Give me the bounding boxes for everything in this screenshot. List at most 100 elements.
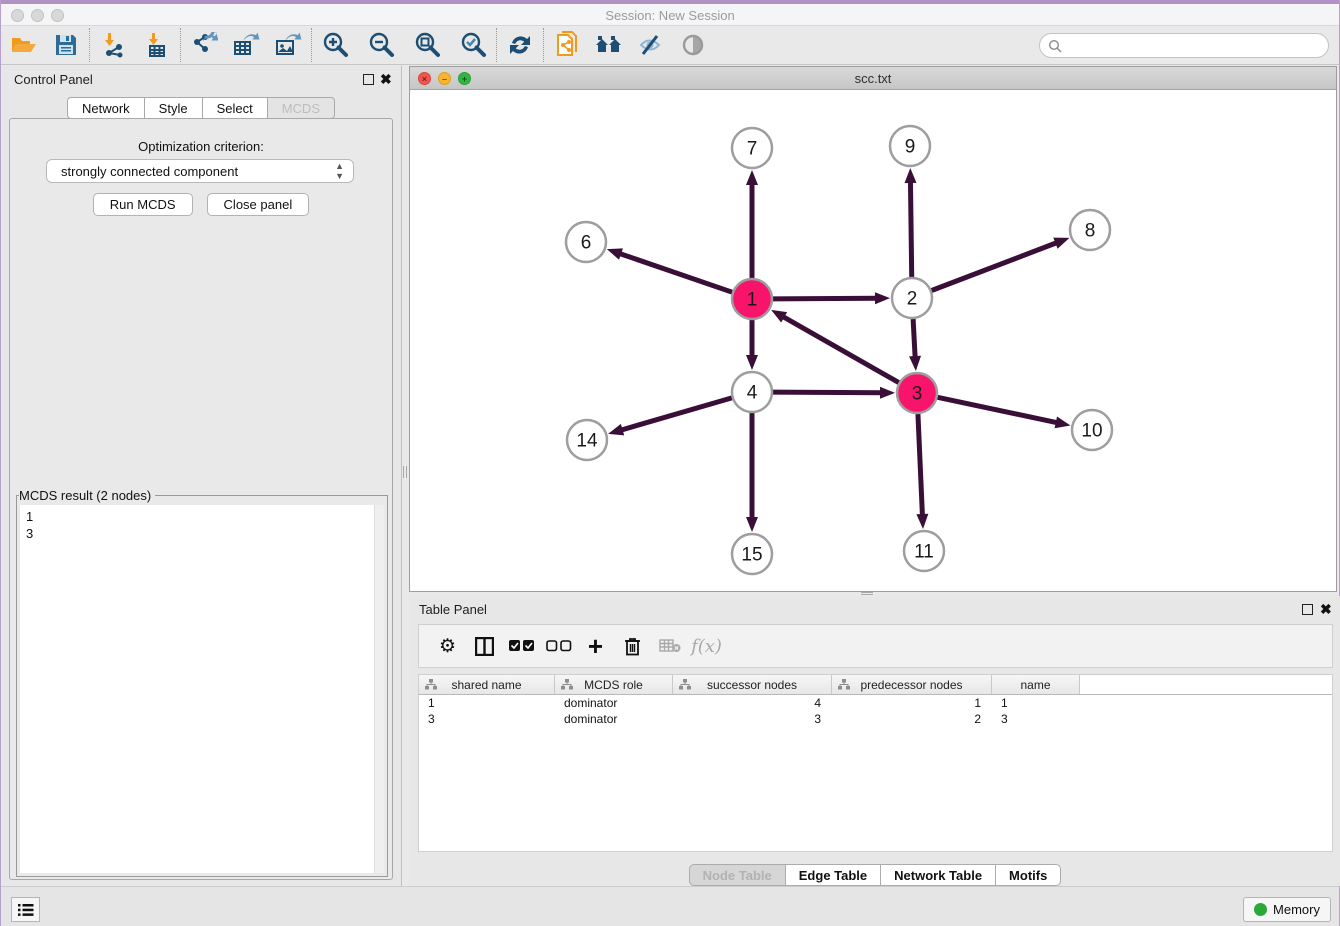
show-panels-icon[interactable]	[676, 29, 710, 61]
search-input[interactable]	[1062, 38, 1328, 53]
zoom-out-icon[interactable]	[364, 29, 398, 61]
graph-edge-arrowhead	[746, 517, 758, 532]
settings-gear-icon[interactable]: ⚙	[429, 631, 466, 661]
zoom-fit-icon[interactable]	[410, 29, 444, 61]
close-table-panel-icon[interactable]: ✖	[1320, 601, 1332, 617]
export-table-icon[interactable]	[229, 29, 263, 61]
cell-name[interactable]: 1	[992, 695, 1080, 711]
graph-node-label: 14	[576, 431, 598, 452]
node-table[interactable]: shared name MCDS role successor nodes pr…	[418, 674, 1333, 852]
global-search-field[interactable]	[1039, 33, 1329, 58]
unselect-all-columns-icon[interactable]	[540, 631, 577, 661]
column-header-predecessor-nodes[interactable]: predecessor nodes	[832, 675, 992, 694]
graph-node-label: 7	[747, 139, 758, 160]
zoom-selected-icon[interactable]	[456, 29, 490, 61]
tab-node-table[interactable]: Node Table	[689, 864, 786, 886]
cell-name[interactable]: 3	[992, 711, 1080, 727]
table-row[interactable]: 1 dominator 4 1 1	[419, 695, 1332, 711]
graph-edge-1-6[interactable]	[619, 253, 732, 292]
network-graph[interactable]: 7968124314101511	[410, 90, 1336, 591]
network-canvas[interactable]: 7968124314101511	[410, 90, 1336, 591]
graph-edge-4-3[interactable]	[773, 392, 882, 393]
tab-network-table[interactable]: Network Table	[881, 864, 996, 886]
cell-predecessor-nodes[interactable]: 1	[832, 695, 992, 711]
table-toolbar: ⚙ + f(x)	[418, 624, 1333, 668]
show-task-history-button[interactable]	[11, 897, 40, 922]
tab-network[interactable]: Network	[67, 97, 145, 119]
apply-layout-icon[interactable]	[503, 29, 537, 61]
table-row[interactable]: 3 dominator 3 2 3	[419, 711, 1332, 727]
zoom-in-icon[interactable]	[318, 29, 352, 61]
save-session-icon[interactable]	[49, 29, 83, 61]
column-header-name[interactable]: name	[992, 675, 1080, 694]
graph-edge-arrowhead	[909, 356, 921, 371]
column-header-successor-nodes[interactable]: successor nodes	[673, 675, 832, 694]
graph-edge-4-14[interactable]	[621, 398, 732, 430]
cell-shared-name[interactable]: 3	[419, 711, 555, 727]
duplicate-network-icon[interactable]	[550, 29, 584, 61]
graph-edge-2-9[interactable]	[910, 181, 911, 277]
mcds-result-line: 1	[26, 508, 384, 525]
show-all-networks-icon[interactable]	[592, 29, 626, 61]
delete-columns-icon[interactable]	[614, 631, 651, 661]
application-window: Session: New Session	[0, 0, 1340, 926]
run-mcds-button[interactable]: Run MCDS	[93, 193, 193, 216]
vertical-splitter[interactable]	[403, 466, 407, 478]
graph-edge-3-1[interactable]	[782, 316, 898, 382]
title-bar: Session: New Session	[1, 4, 1339, 26]
column-type-icon	[838, 679, 850, 690]
graph-node-label: 15	[741, 545, 762, 566]
optimization-criterion-label: Optimization criterion:	[10, 139, 392, 154]
column-header-shared-name[interactable]: shared name	[419, 675, 555, 694]
graph-edge-arrowhead	[607, 248, 623, 259]
graph-edge-arrowhead	[1055, 416, 1071, 428]
close-panel-icon[interactable]: ✖	[380, 71, 392, 87]
split-panel-icon[interactable]	[466, 631, 503, 661]
mcds-tab-content: Optimization criterion: strongly connect…	[9, 118, 393, 880]
cell-predecessor-nodes[interactable]: 2	[832, 711, 992, 727]
export-image-icon[interactable]	[271, 29, 305, 61]
graph-edge-1-2[interactable]	[773, 298, 877, 299]
graph-edge-3-10[interactable]	[938, 397, 1058, 422]
result-scrollbar[interactable]	[374, 505, 384, 873]
close-panel-button[interactable]: Close panel	[207, 193, 310, 216]
tab-edge-table[interactable]: Edge Table	[786, 864, 881, 886]
cell-mcds-role[interactable]: dominator	[555, 695, 673, 711]
network-frame-titlebar[interactable]: × – + scc.txt	[410, 67, 1336, 90]
dropdown-arrows-icon: ▲▼	[335, 161, 344, 181]
control-panel-title: Control Panel	[14, 72, 93, 87]
graph-edge-2-8[interactable]	[932, 242, 1058, 290]
cell-mcds-role[interactable]: dominator	[555, 711, 673, 727]
open-session-icon[interactable]	[7, 29, 41, 61]
toolbar-separator	[311, 28, 312, 62]
add-column-icon[interactable]: +	[577, 631, 614, 661]
hide-panels-icon[interactable]	[634, 29, 668, 61]
mcds-result-title: MCDS result (2 nodes)	[19, 488, 155, 503]
horizontal-splitter[interactable]	[861, 592, 873, 595]
cell-shared-name[interactable]: 1	[419, 695, 555, 711]
tab-mcds[interactable]: MCDS	[268, 97, 335, 119]
mcds-result-list[interactable]: 1 3	[20, 505, 384, 873]
graph-edge-2-3[interactable]	[913, 319, 915, 358]
table-tabs: Node Table Edge Table Network Table Moti…	[409, 864, 1340, 886]
export-network-icon[interactable]	[187, 29, 221, 61]
main-toolbar	[1, 26, 1339, 65]
import-table-icon[interactable]	[140, 29, 174, 61]
import-network-icon[interactable]	[96, 29, 130, 61]
float-panel-icon[interactable]	[363, 74, 374, 85]
tab-select[interactable]: Select	[203, 97, 268, 119]
cell-successor-nodes[interactable]: 3	[673, 711, 832, 727]
criterion-dropdown[interactable]: strongly connected component ▲▼	[46, 159, 354, 183]
memory-button[interactable]: Memory	[1243, 897, 1331, 922]
float-table-panel-icon[interactable]	[1302, 604, 1313, 615]
cell-successor-nodes[interactable]: 4	[673, 695, 832, 711]
graph-edge-arrowhead	[746, 355, 758, 370]
table-header-row: shared name MCDS role successor nodes pr…	[419, 675, 1332, 695]
toolbar-separator	[543, 28, 544, 62]
tab-style[interactable]: Style	[145, 97, 203, 119]
select-all-columns-icon[interactable]	[503, 631, 540, 661]
status-bar: Memory	[1, 886, 1339, 926]
tab-motifs[interactable]: Motifs	[996, 864, 1061, 886]
graph-edge-3-11[interactable]	[918, 414, 923, 516]
column-header-mcds-role[interactable]: MCDS role	[555, 675, 673, 694]
